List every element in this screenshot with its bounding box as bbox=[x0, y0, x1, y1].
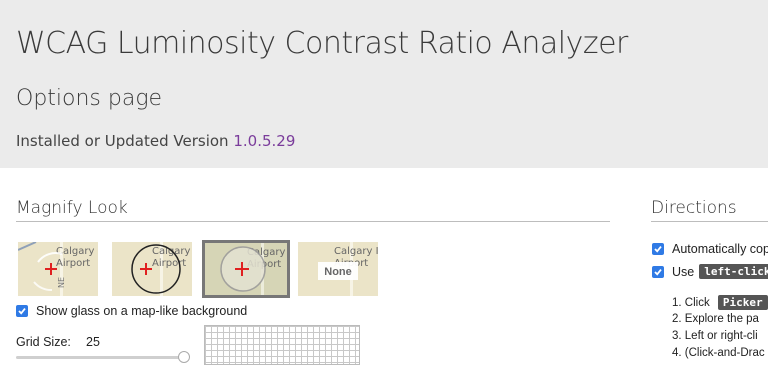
directions-divider bbox=[651, 221, 768, 222]
version-line: Installed or Updated Version 1.0.5.29 bbox=[16, 132, 295, 150]
auto-copy-option[interactable]: Automatically cop bbox=[652, 242, 768, 256]
magnify-look-option-2[interactable]: Calgary I Airport bbox=[112, 242, 192, 296]
step-text: 3. Left or right-cli bbox=[672, 330, 758, 342]
direction-step-3: 3. Left or right-cli bbox=[672, 330, 758, 342]
magnify-look-option-3[interactable]: Calgary I Airport bbox=[202, 240, 290, 298]
magnify-divider bbox=[16, 221, 610, 222]
grid-size-label: Grid Size: bbox=[16, 335, 71, 349]
version-prefix: Installed or Updated Version bbox=[16, 132, 229, 150]
show-glass-label: Show glass on a map-like background bbox=[36, 304, 248, 318]
magnify-look-options: Calgary I Airport NE Calgary I Airport bbox=[18, 240, 378, 300]
magnify-look-option-none[interactable]: Calgary I Airport None bbox=[298, 242, 378, 296]
magnify-section-title: Magnify Look bbox=[16, 198, 128, 218]
header: WCAG Luminosity Contrast Ratio Analyzer … bbox=[0, 0, 768, 168]
checkmark-icon bbox=[18, 308, 26, 315]
direction-step-4: 4. (Click-and-Drac bbox=[672, 347, 765, 359]
step-text: 1. Click bbox=[672, 297, 710, 309]
use-left-click-checkbox[interactable] bbox=[652, 265, 664, 278]
page-subtitle: Options page bbox=[16, 86, 163, 111]
version-number: 1.0.5.29 bbox=[233, 132, 296, 150]
checkmark-icon bbox=[654, 268, 662, 276]
map-label-street: NE bbox=[57, 277, 66, 288]
none-label: None bbox=[324, 266, 352, 278]
use-left-click-option[interactable]: Use left-click bbox=[652, 264, 768, 279]
auto-copy-label: Automatically cop bbox=[672, 242, 768, 256]
map-label-airport: Airport bbox=[152, 258, 186, 269]
show-glass-checkbox[interactable] bbox=[16, 305, 28, 317]
map-label-calgary: Calgary I bbox=[56, 246, 98, 257]
grid-size-slider[interactable] bbox=[16, 356, 188, 359]
map-label-calgary: Calgary I bbox=[334, 246, 378, 257]
show-glass-option[interactable]: Show glass on a map-like background bbox=[16, 304, 247, 318]
picker-code: Picker bbox=[717, 295, 768, 310]
left-click-code: left-click bbox=[699, 264, 768, 279]
use-label: Use bbox=[672, 264, 695, 279]
app-title: WCAG Luminosity Contrast Ratio Analyzer bbox=[16, 26, 628, 61]
direction-step-1: 1. Click Picker bbox=[672, 295, 768, 310]
grid-size-slider-handle[interactable] bbox=[178, 351, 190, 363]
map-label-airport: Airport bbox=[56, 258, 90, 269]
grid-preview bbox=[204, 325, 360, 365]
step-text: 4. (Click-and-Drac bbox=[672, 347, 765, 359]
magnify-look-option-1[interactable]: Calgary I Airport NE bbox=[18, 242, 98, 296]
grid-size-value: 25 bbox=[86, 335, 100, 349]
auto-copy-checkbox[interactable] bbox=[652, 243, 664, 255]
direction-step-2: 2. Explore the pa bbox=[672, 313, 759, 325]
checkmark-icon bbox=[654, 246, 662, 253]
directions-section-title: Directions bbox=[651, 198, 737, 218]
step-text: 2. Explore the pa bbox=[672, 313, 759, 325]
